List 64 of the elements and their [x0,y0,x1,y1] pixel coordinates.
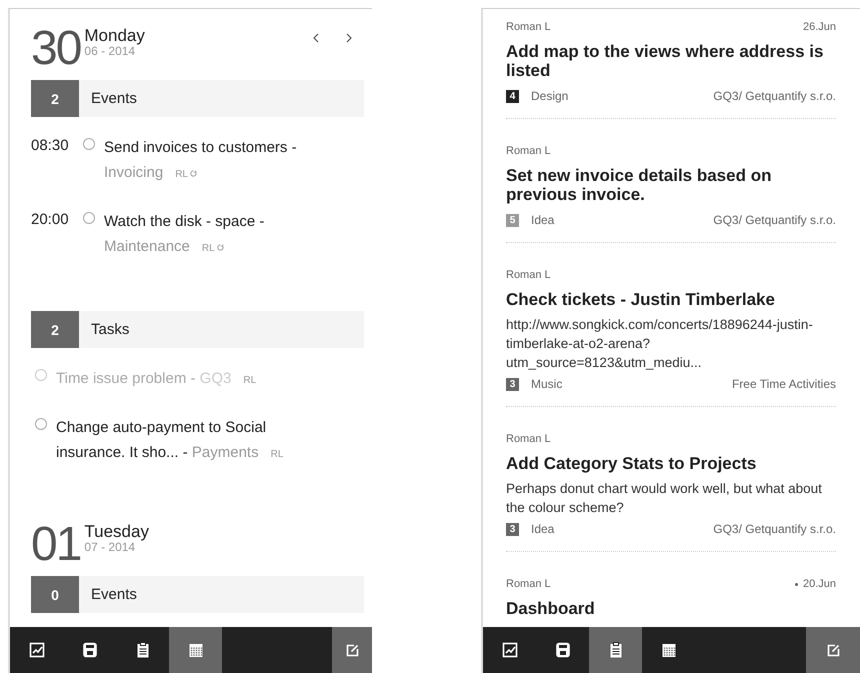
author: Roman L [506,145,551,157]
note-date: 20.Jun [802,578,836,590]
note-title: Check tickets - Justin Timberlake [506,290,776,309]
note-card[interactable]: Roman L Add Category Stats to Projects Perhaps donut chart would work well, but what about the colour scheme? 3 Idea GQ3/ Getquantify s.r.o. [506,433,836,552]
note-title: Dashboard [506,599,596,618]
item-text: Change auto-payment to Social insurance. It sho... - Payments RL [56,418,284,463]
author: Roman L [506,21,551,33]
weekday: Monday [84,27,145,45]
priority-badge: 3 [506,522,519,536]
calendar-icon [188,642,204,658]
category: Design [531,89,568,103]
item-text: Send invoices to customers - Invoicing RL [104,138,298,183]
compose-button[interactable] [806,627,860,673]
chart-icon [502,642,518,658]
project-name: GQ3/ Getquantify s.r.o. [713,522,836,536]
month-year: 06 - 2014 [84,45,136,58]
note-title: Add map to the views where address is listed [506,42,824,80]
save-icon [554,642,570,658]
event-time: 20:00 [31,210,70,230]
note-card[interactable]: Roman L Check tickets - Justin Timberlake http://www.songkick.com/concerts/18896244-justin-timberlake-at-o2-arena?utm_source=8123&utm_mediu... 3 Music Free Time Activities [506,269,836,407]
calendar-icon [660,642,676,658]
section-title: Events [91,586,137,603]
note-card[interactable]: Roman L Set new invoice details based on previous invoice. 5 Idea GQ3/ Getquantify s.r.o. [506,145,836,243]
note-title: Set new invoice details based on previous invoice. [506,166,772,204]
note-description: Perhaps donut chart would work well, but what about the colour scheme? [506,480,823,517]
author: Roman L [506,433,551,445]
chevron-right-icon [346,33,352,43]
weekday: Tuesday [84,523,149,541]
note-description: http://www.songkick.com/concerts/18896244-justin-timberlake-at-o2-arena?utm_source=8123&utm_mediu... [506,316,814,372]
section-count: 0 [31,576,79,613]
priority-badge: 5 [506,214,519,226]
section-count: 2 [31,311,79,348]
category: Idea [531,213,554,227]
save-icon [82,642,98,658]
chevron-left-icon [313,33,319,43]
next-day-button[interactable] [346,33,352,43]
chart-icon [28,642,44,658]
note-title: Add Category Stats to Projects [506,454,758,473]
priority-badge: 3 [506,378,519,390]
event-time: 08:30 [31,136,70,156]
clipboard-icon [608,642,624,658]
category: Idea [531,522,554,536]
project-name: GQ3/ Getquantify s.r.o. [713,213,836,227]
project-name: Free Time Activities [732,377,836,391]
item-text: Watch the disk - space - Maintenance RL [104,212,266,257]
day-number: 01 [31,523,80,567]
author: Roman L [506,269,551,281]
section-title: Events [91,90,137,107]
clipboard-icon [134,642,150,658]
previous-day-button[interactable] [313,33,319,43]
edit-icon [346,644,358,656]
category: Music [531,377,562,391]
priority-badge: 4 [506,90,519,102]
author: Roman L [506,578,551,590]
edit-icon [826,644,840,656]
month-year: 07 - 2014 [84,541,136,554]
note-card[interactable]: Roman L 20.Jun Dashboard [506,578,836,618]
note-date: 26.Jun [802,21,836,33]
day-number: 30 [31,27,80,71]
section-count: 2 [31,80,79,117]
section-title: Tasks [91,321,130,338]
project-name: GQ3/ Getquantify s.r.o. [713,89,836,103]
compose-button[interactable] [332,627,372,673]
note-card[interactable]: Roman L 26.Jun Add map to the views where address is listed 4 Design GQ3/ Getquantify s.r.o. [506,21,836,119]
